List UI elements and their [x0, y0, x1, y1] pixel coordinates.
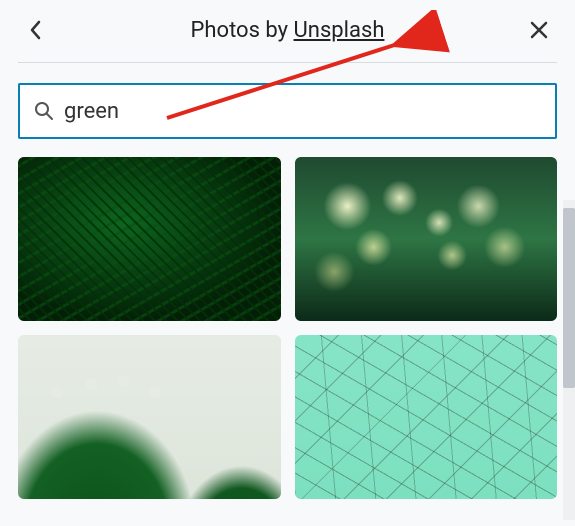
- search-container: [18, 83, 557, 139]
- search-icon: [34, 101, 54, 121]
- unsplash-link[interactable]: Unsplash: [294, 18, 385, 43]
- result-thumb[interactable]: [295, 157, 558, 321]
- scrollbar-thumb[interactable]: [563, 208, 575, 388]
- close-icon: [529, 20, 549, 40]
- header-divider: [18, 62, 557, 63]
- chevron-left-icon: [28, 18, 44, 42]
- result-thumb[interactable]: [18, 157, 281, 321]
- title-prefix: Photos by: [191, 18, 294, 43]
- search-box[interactable]: [18, 83, 557, 139]
- results-grid: [0, 157, 575, 499]
- close-button[interactable]: [523, 14, 555, 46]
- search-input[interactable]: [64, 99, 541, 124]
- panel-header: Photos by Unsplash: [0, 0, 575, 62]
- panel-title: Photos by Unsplash: [52, 18, 523, 43]
- result-thumb[interactable]: [295, 335, 558, 499]
- result-thumb[interactable]: [18, 335, 281, 499]
- back-button[interactable]: [20, 14, 52, 46]
